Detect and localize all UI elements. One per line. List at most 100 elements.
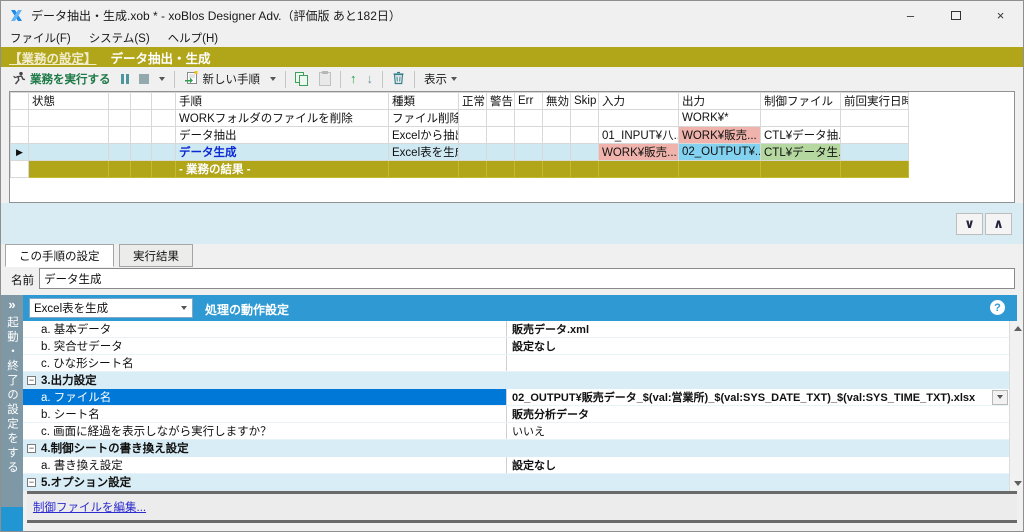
setting-value[interactable]: 設定なし xyxy=(506,457,1009,473)
setting-label[interactable]: b. シート名 xyxy=(23,406,506,422)
settings-group-row[interactable]: −4.制御シートの書き換え設定 xyxy=(23,440,1009,457)
edit-control-file-link[interactable]: 制御ファイルを編集... xyxy=(33,499,146,515)
minimize-button[interactable]: – xyxy=(888,1,933,29)
delete-step-button[interactable] xyxy=(387,68,410,91)
settings-item-row[interactable]: c. 画面に経過を表示しながら実行しますか？ いいえ xyxy=(23,423,1009,440)
column-header[interactable]: 正常 xyxy=(458,92,487,110)
column-header[interactable] xyxy=(108,92,131,110)
settings-group-row[interactable]: −3.出力設定 xyxy=(23,372,1009,389)
settings-item-row[interactable]: c. ひな形シート名 xyxy=(23,355,1009,372)
value-dropdown-button[interactable] xyxy=(992,389,1008,405)
paste-step-button[interactable] xyxy=(314,69,336,89)
step-cell[interactable] xyxy=(514,126,543,144)
step-row[interactable]: データ抽出Excelから抽出 01_INPUT¥八...WORK¥販売...CTL… xyxy=(10,126,909,144)
step-cell[interactable] xyxy=(840,109,909,127)
settings-scrollbar[interactable] xyxy=(1009,321,1023,491)
business-settings-link[interactable]: 【業務の設定】 xyxy=(9,48,97,67)
view-dropdown[interactable]: 表示 xyxy=(419,68,462,90)
column-header[interactable]: 無効 xyxy=(542,92,571,110)
step-cell[interactable] xyxy=(28,109,109,127)
move-up-button[interactable]: ↑ xyxy=(345,70,362,88)
step-cell[interactable]: CTL¥データ抽... xyxy=(760,126,841,144)
scroll-down-button[interactable] xyxy=(1010,476,1023,491)
step-cell[interactable]: 02_OUTPUT¥... xyxy=(678,143,761,161)
startup-settings-sidebar[interactable]: » 起動・終了の設定をする xyxy=(1,295,23,507)
setting-value[interactable]: いいえ xyxy=(506,423,1009,439)
step-cell[interactable] xyxy=(151,126,176,144)
menu-file[interactable]: ファイル(F) xyxy=(1,30,80,46)
step-cell[interactable] xyxy=(598,109,679,127)
close-button[interactable]: × xyxy=(978,1,1023,29)
step-cell[interactable] xyxy=(514,109,543,127)
setting-value[interactable]: 02_OUTPUT¥販売データ_$(val:営業所)_$(val:SYS_DAT… xyxy=(506,389,1009,405)
setting-value[interactable] xyxy=(506,355,1009,371)
step-cell[interactable]: WORKフォルダのファイルを削除 xyxy=(175,109,389,127)
step-cell[interactable]: データ生成 xyxy=(175,143,389,161)
step-cell[interactable] xyxy=(130,143,152,161)
step-cell[interactable] xyxy=(486,143,515,161)
setting-label[interactable]: a. ファイル名 xyxy=(23,389,506,405)
step-cell[interactable] xyxy=(28,126,109,144)
step-cell[interactable]: 01_INPUT¥八... xyxy=(598,126,679,144)
settings-item-row[interactable]: a. 基本データ 販売データ.xml xyxy=(23,321,1009,338)
column-header[interactable] xyxy=(130,92,152,110)
column-header[interactable] xyxy=(10,92,29,110)
row-marker-cell[interactable]: ▶ xyxy=(10,143,29,161)
run-options-dropdown[interactable] xyxy=(154,74,170,84)
maximize-button[interactable] xyxy=(933,1,978,29)
tab-run-results[interactable]: 実行結果 xyxy=(118,244,193,267)
column-header[interactable] xyxy=(151,92,176,110)
pause-button[interactable] xyxy=(116,71,134,87)
collapse-icon[interactable]: − xyxy=(27,443,36,453)
step-cell[interactable] xyxy=(458,143,487,161)
menu-system[interactable]: システム(S) xyxy=(80,30,159,46)
settings-item-row[interactable]: b. シート名 販売分析データ xyxy=(23,406,1009,423)
step-name-input[interactable] xyxy=(39,268,1015,289)
setting-label[interactable]: b. 突合せデータ xyxy=(23,338,506,354)
step-cell[interactable]: WORK¥* xyxy=(678,109,761,127)
setting-label[interactable]: c. ひな形シート名 xyxy=(23,355,506,371)
step-cell[interactable] xyxy=(570,126,599,144)
stop-button[interactable] xyxy=(134,71,154,87)
column-header[interactable]: Skip xyxy=(570,92,599,110)
step-cell[interactable]: データ抽出 xyxy=(175,126,389,144)
column-header[interactable]: 前回実行日時 xyxy=(840,92,909,110)
step-cell[interactable] xyxy=(760,109,841,127)
setting-label[interactable]: c. 画面に経過を表示しながら実行しますか？ xyxy=(23,423,506,439)
step-cell[interactable] xyxy=(458,109,487,127)
column-header[interactable]: 状態 xyxy=(28,92,109,110)
step-cell[interactable]: WORK¥販売... xyxy=(598,143,679,161)
column-header[interactable]: 制御ファイル xyxy=(760,92,841,110)
column-header[interactable]: 入力 xyxy=(598,92,679,110)
step-cell[interactable] xyxy=(840,126,909,144)
settings-item-row[interactable]: a. 書き換え設定 設定なし xyxy=(23,457,1009,474)
move-down-button[interactable]: ↓ xyxy=(362,70,379,88)
setting-value[interactable]: 販売データ.xml xyxy=(506,321,1009,337)
column-header[interactable]: 出力 xyxy=(678,92,761,110)
column-header[interactable]: 種類 xyxy=(388,92,459,110)
setting-label[interactable]: a. 書き換え設定 xyxy=(23,457,506,473)
step-cell[interactable]: Excelから抽出 xyxy=(388,126,459,144)
settings-item-row[interactable]: a. ファイル名 02_OUTPUT¥販売データ_$(val:営業所)_$(val… xyxy=(23,389,1009,406)
step-cell[interactable] xyxy=(151,109,176,127)
step-cell[interactable] xyxy=(570,143,599,161)
step-cell[interactable] xyxy=(458,126,487,144)
step-cell[interactable] xyxy=(108,109,131,127)
step-cell[interactable]: ファイル削除 xyxy=(388,109,459,127)
row-marker-cell[interactable] xyxy=(10,126,29,144)
run-business-button[interactable]: 業務を実行する xyxy=(7,68,116,91)
collapse-detail-button[interactable]: ∨ xyxy=(956,213,983,235)
scroll-up-button[interactable] xyxy=(1010,321,1023,336)
step-row[interactable]: WORKフォルダのファイルを削除 ファイル削除 WORK¥* xyxy=(10,109,909,127)
step-cell[interactable] xyxy=(840,143,909,161)
copy-step-button[interactable] xyxy=(290,69,314,89)
collapse-icon[interactable]: − xyxy=(27,375,36,385)
help-icon[interactable]: ? xyxy=(990,300,1005,315)
column-header[interactable]: 警告 xyxy=(486,92,515,110)
menu-help[interactable]: ヘルプ(H) xyxy=(159,30,227,46)
setting-value[interactable]: 販売分析データ xyxy=(506,406,1009,422)
step-cell[interactable]: CTL¥データ生... xyxy=(760,143,841,161)
collapse-icon[interactable]: − xyxy=(27,477,36,487)
step-cell[interactable] xyxy=(108,126,131,144)
step-cell[interactable] xyxy=(28,143,109,161)
